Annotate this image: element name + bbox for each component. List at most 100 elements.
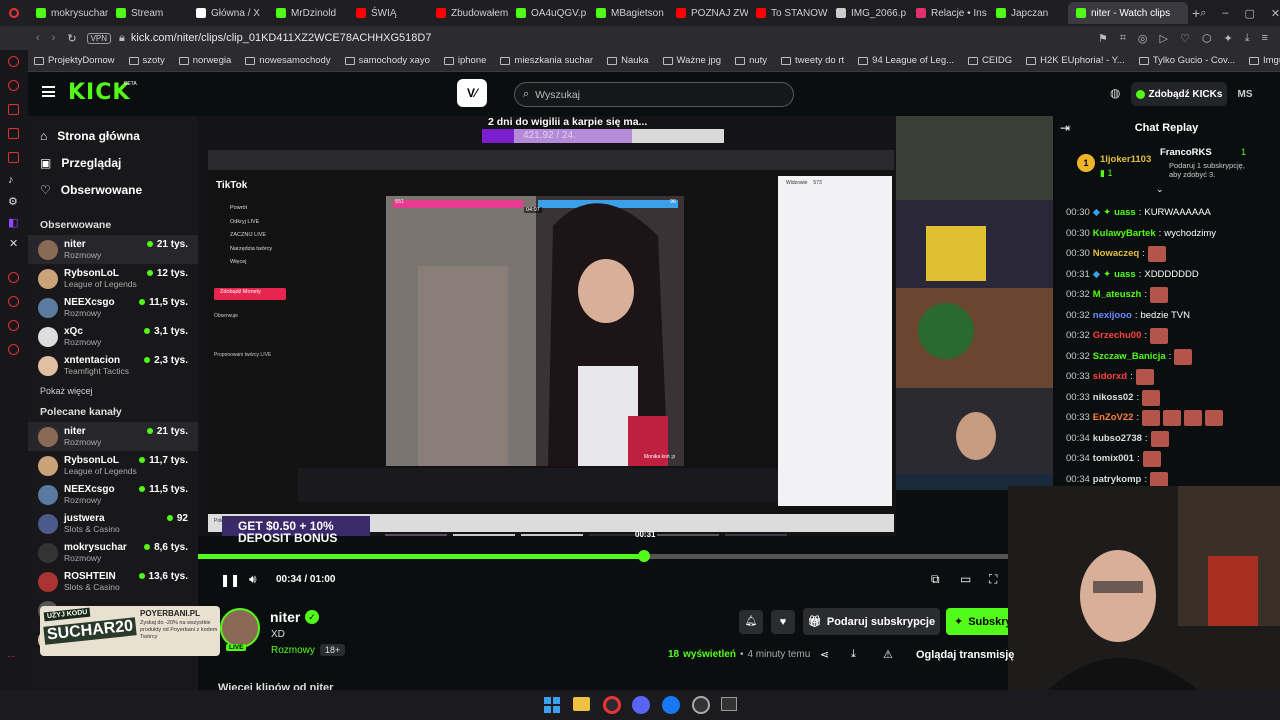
search-tabs-icon[interactable]: ⌕ (1200, 7, 1206, 20)
sidebar-channel[interactable]: xQc Rozmowy 3,1 tys. (28, 322, 198, 351)
discord-icon[interactable] (632, 696, 650, 714)
subscribe-button[interactable]: ✦ Subskry (946, 608, 1008, 635)
fullscreen-icon[interactable]: ⛶ (989, 572, 997, 587)
bookmark-item[interactable]: nowesamochody (245, 55, 331, 66)
cast-icon[interactable]: ◍ (1110, 86, 1120, 100)
bookmark-item[interactable]: tweety do rt (781, 55, 844, 66)
channel-name[interactable]: niter (270, 609, 300, 625)
watch-stream-button[interactable]: Oglądaj transmisję (916, 649, 1014, 661)
bookmark-item[interactable]: H2K EUphoria! - Y... (1026, 55, 1125, 66)
bookmark-item[interactable]: samochody xayo (344, 55, 430, 66)
browser-tab[interactable]: ŚWIĄ (348, 2, 428, 24)
sidebar-channel[interactable]: xntentacion Teamfight Tactics 2,3 tys. (28, 351, 198, 380)
channel-avatar[interactable] (220, 608, 260, 648)
url-field[interactable]: kick.com/niter/clips/clip_01KD411XZ2WCE7… (131, 32, 432, 44)
windows-start-icon[interactable] (544, 697, 560, 713)
new-tab-button[interactable]: + (1192, 5, 1200, 21)
maximize-icon[interactable]: ▢ (1244, 7, 1254, 20)
chat-username[interactable]: nikoss02 (1093, 392, 1134, 404)
bag-icon[interactable] (8, 104, 19, 115)
bookmark-item[interactable]: Nauka (607, 55, 649, 66)
back-icon[interactable]: ‹ (36, 32, 40, 44)
sidebar-channel[interactable]: NEEXcsgo Rozmowy 11,5 tys. (28, 480, 198, 509)
settings-red-icon[interactable] (8, 344, 19, 355)
user-avatar[interactable]: MS (1234, 82, 1256, 106)
chat-username[interactable]: sidorxd (1093, 371, 1127, 383)
extension-logo-icon[interactable]: V⁄ (457, 79, 487, 107)
browser-tab[interactable]: Japczan (988, 2, 1068, 24)
volume-icon[interactable]: 🔊︎ (249, 572, 257, 587)
extension-icon[interactable]: ⚑ (1098, 32, 1108, 45)
bookmark-item[interactable]: ProjektyDomow (34, 55, 115, 66)
aria-icon[interactable] (8, 56, 19, 67)
chat-username[interactable]: kubso2738 (1093, 433, 1142, 445)
seek-handle[interactable] (637, 550, 650, 562)
search-input[interactable]: ⌕ Wyszukaj (514, 82, 794, 107)
browser-tab[interactable]: OA4uQGV.p (508, 2, 588, 24)
chat-username[interactable]: M_ateuszh (1093, 289, 1142, 301)
get-kicks-button[interactable]: Zdobądź KICKs (1131, 82, 1227, 106)
browser-tab[interactable]: MrDzinold (268, 2, 348, 24)
bookmark-item[interactable]: szoty (128, 55, 165, 66)
browser-tab[interactable]: niter - Watch clips (1068, 2, 1188, 24)
nav-browse[interactable]: ▣ Przeglądaj (28, 149, 198, 176)
sidebar-channel[interactable]: RybsonLoL League of Legends 12 tys. (28, 264, 198, 293)
bell-icon[interactable]: 🔔︎ (739, 610, 763, 634)
twitch-icon[interactable]: ◧ (8, 216, 18, 229)
opera-menu-icon[interactable] (0, 0, 28, 26)
chat-username[interactable]: uass (1114, 269, 1136, 281)
sidebar-channel[interactable]: niter Rozmowy 21 tys. (28, 422, 198, 451)
kick-logo[interactable]: KICK (68, 80, 130, 105)
shield-icon[interactable] (8, 320, 19, 331)
wallet-icon[interactable]: ⬡ (1202, 32, 1212, 45)
hamburger-icon[interactable] (42, 86, 55, 97)
share-icon[interactable]: ⋖ (820, 648, 829, 661)
theater-mode-icon[interactable]: ▭ (960, 572, 971, 586)
chat-username[interactable]: KulawyBartek (1093, 228, 1156, 240)
browser-tab[interactable]: To STANOW (748, 2, 828, 24)
bookmark-item[interactable]: iphone (443, 55, 486, 66)
seek-bar[interactable] (198, 550, 1008, 562)
history-icon[interactable] (8, 272, 19, 283)
video-player[interactable]: 2 dni do wigilii a karpie się ma... 421,… (198, 116, 1008, 562)
chat-username[interactable]: EnZoV22 (1093, 412, 1134, 424)
chat-username[interactable]: Nowaczeq (1093, 248, 1139, 260)
opera-taskbar-icon[interactable] (603, 696, 621, 714)
chat-username[interactable]: patrykomp (1093, 474, 1142, 486)
clip-icon[interactable]: ⧉ (931, 572, 940, 587)
forward-icon[interactable]: › (52, 32, 56, 44)
browser-tab[interactable]: POZNAJ ZW (668, 2, 748, 24)
chevron-down-icon[interactable]: ⌄ (1156, 184, 1164, 195)
vpn-badge[interactable]: VPN (86, 32, 112, 44)
sidebar-channel[interactable]: NEEXcsgo Rozmowy 11,5 tys. (28, 293, 198, 322)
browser-tab[interactable]: MBagietson (588, 2, 668, 24)
settings-icon[interactable]: ⚙ (8, 195, 18, 208)
x-icon[interactable]: ✕ (9, 237, 18, 250)
more-icon[interactable]: ⋯ (7, 652, 15, 661)
heart-icon[interactable]: ♡ (1180, 32, 1190, 45)
sidebar-channel[interactable]: ROSHTEIN Slots & Casino 13,6 tys. (28, 567, 198, 596)
extensions-icon[interactable]: ✦ (1223, 32, 1232, 45)
report-icon[interactable]: ⚠ (883, 648, 893, 661)
screenshot-icon[interactable]: ⌗ (1120, 32, 1126, 45)
browser-tab[interactable]: IMG_2066.p (828, 2, 908, 24)
file-explorer-icon[interactable] (573, 697, 590, 711)
sidebar-channel[interactable]: niter Rozmowy 21 tys. (28, 235, 198, 264)
chat-username[interactable]: nexijooo (1093, 310, 1132, 322)
category-link[interactable]: Rozmowy (271, 645, 315, 656)
pause-icon[interactable]: ❚❚ (220, 573, 240, 587)
speed-dial-icon[interactable] (8, 80, 19, 91)
steam-icon[interactable] (692, 696, 710, 714)
download-clip-icon[interactable]: ⤓ (851, 648, 856, 661)
browser-tab[interactable]: mokrysuchar (28, 2, 108, 24)
show-more-link[interactable]: Pokaż więcej (28, 386, 198, 396)
bookmark-item[interactable]: norwegia (178, 55, 231, 66)
bookmark-item[interactable]: mieszkania suchar (500, 55, 593, 66)
heart-sidebar-icon[interactable] (8, 296, 19, 307)
chat-username[interactable]: uass (1114, 207, 1136, 219)
download-icon[interactable]: ⤓ (1245, 32, 1250, 45)
facebook-icon[interactable] (662, 696, 680, 714)
browser-tab[interactable]: Relacje • Ins (908, 2, 988, 24)
follow-heart-icon[interactable]: ♥ (771, 610, 795, 634)
sidebar-channel[interactable]: RybsonLoL League of Legends 11,7 tys. (28, 451, 198, 480)
